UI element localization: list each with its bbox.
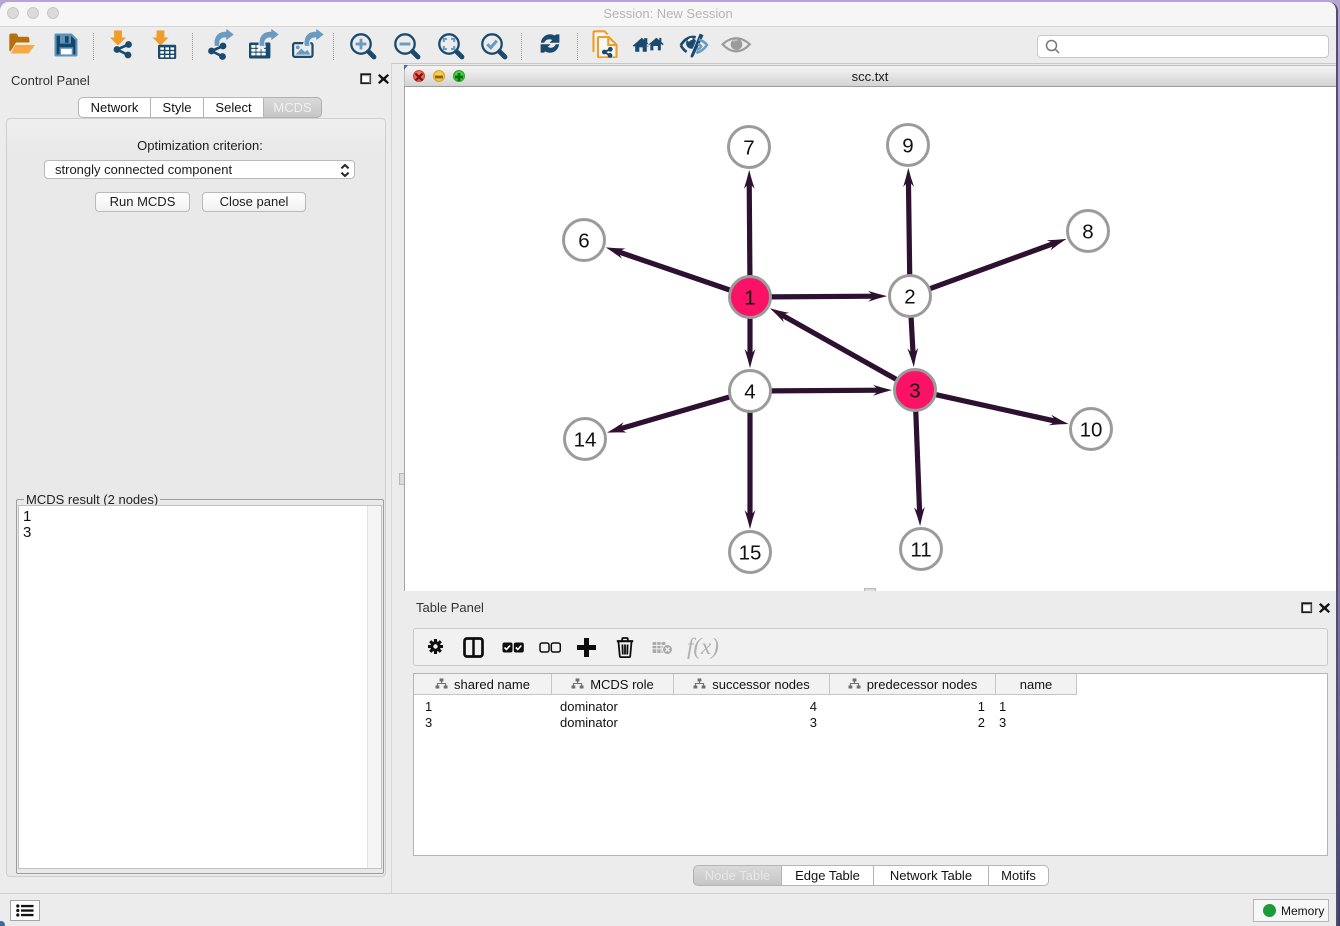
svg-text:11: 11 bbox=[910, 539, 931, 562]
svg-text:9: 9 bbox=[902, 135, 913, 158]
svg-text:6: 6 bbox=[578, 230, 589, 253]
svg-text:14: 14 bbox=[574, 429, 597, 452]
svg-text:8: 8 bbox=[1082, 221, 1093, 244]
svg-text:7: 7 bbox=[743, 137, 754, 160]
svg-text:2: 2 bbox=[904, 286, 915, 309]
svg-text:10: 10 bbox=[1080, 419, 1103, 442]
svg-text:1: 1 bbox=[744, 287, 755, 310]
svg-text:3: 3 bbox=[909, 380, 920, 403]
svg-text:15: 15 bbox=[739, 542, 762, 565]
svg-text:4: 4 bbox=[744, 381, 755, 404]
